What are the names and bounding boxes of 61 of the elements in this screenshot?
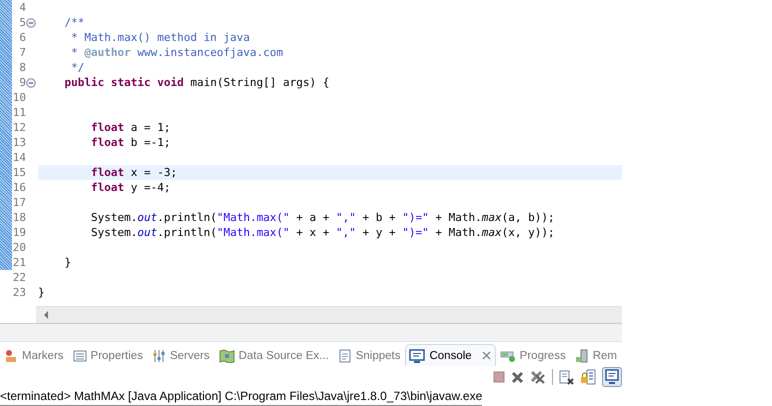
panel-tab[interactable]: Properties bbox=[68, 344, 148, 366]
line-number: 8 bbox=[18, 60, 26, 75]
line-number: 6 bbox=[18, 30, 26, 45]
line-number: 16 bbox=[12, 180, 26, 195]
code-line: } bbox=[63, 255, 72, 270]
horizontal-scrollbar[interactable] bbox=[36, 306, 622, 322]
line-number: 12 bbox=[12, 120, 26, 135]
code-line: System.out.println("Math.max(" + x + "," + y + ")=" + Math.max(x, y)); bbox=[90, 225, 556, 240]
code-line: /** bbox=[63, 15, 86, 30]
code-line: float b =-1; bbox=[90, 135, 172, 150]
line-number: 21 bbox=[12, 255, 26, 270]
line-number: 10 bbox=[12, 90, 26, 105]
line-number: 15 bbox=[12, 165, 26, 180]
panel-tab[interactable]: Markers bbox=[0, 344, 69, 366]
code-line: */ bbox=[70, 60, 86, 75]
code-line: * Math.max() method in java bbox=[70, 30, 251, 45]
line-number: 9 bbox=[18, 75, 26, 90]
line-number: 17 bbox=[12, 195, 26, 210]
panel-tab[interactable]: Console bbox=[405, 344, 496, 366]
server-icon bbox=[574, 348, 589, 363]
panel-tab[interactable]: Data Source Ex... bbox=[214, 344, 334, 366]
console-status-text: <terminated> MathMAx [Java Application] C:\Program Files\Java\jre1.8.0_73\bin\javaw.exe bbox=[0, 388, 482, 406]
close-icon[interactable] bbox=[482, 351, 491, 360]
panel-tab[interactable]: Rem bbox=[570, 344, 622, 366]
code-line: float y =-4; bbox=[90, 180, 172, 195]
document-icon bbox=[338, 348, 352, 363]
code-line: System.out.println("Math.max(" + a + "," + b + ")=" + Math.max(a, b)); bbox=[90, 210, 556, 225]
line-number: 14 bbox=[12, 150, 26, 165]
line-number: 23 bbox=[12, 285, 26, 300]
list-icon bbox=[72, 348, 87, 363]
map-icon bbox=[218, 348, 235, 363]
remove-icon[interactable] bbox=[511, 370, 524, 384]
markers-icon bbox=[4, 348, 18, 363]
line-number: 22 bbox=[12, 270, 26, 285]
scroll-left-icon[interactable] bbox=[42, 310, 50, 320]
line-number: 19 bbox=[12, 225, 26, 240]
monitor-icon bbox=[409, 348, 426, 363]
line-number: 11 bbox=[12, 105, 26, 120]
line-number: 7 bbox=[18, 45, 26, 60]
pin-console-button[interactable] bbox=[602, 367, 622, 388]
remove-all-icon[interactable] bbox=[530, 370, 546, 384]
sliders-icon bbox=[152, 348, 166, 363]
stop-icon[interactable] bbox=[493, 371, 505, 384]
scroll-lock-icon[interactable] bbox=[580, 369, 596, 386]
code-line: float a = 1; bbox=[90, 120, 172, 135]
line-number: 20 bbox=[12, 240, 26, 255]
line-number: 18 bbox=[12, 210, 26, 225]
collapse-icon[interactable] bbox=[26, 78, 36, 88]
code-line: } bbox=[38, 285, 46, 300]
panel-tab[interactable]: Snippets bbox=[334, 344, 406, 366]
panel-tab[interactable]: Progress bbox=[496, 344, 571, 366]
monitor-icon bbox=[604, 369, 620, 386]
clear-console-icon[interactable] bbox=[559, 370, 574, 385]
progress-icon bbox=[500, 348, 516, 363]
line-number: 13 bbox=[12, 135, 26, 150]
collapse-icon[interactable] bbox=[26, 18, 36, 28]
panel-tab[interactable]: Servers bbox=[148, 344, 215, 366]
line-number: 5 bbox=[18, 15, 26, 30]
code-line: public static void main(String[] args) { bbox=[63, 75, 330, 90]
code-line: * @author www.instanceofjava.com bbox=[70, 45, 284, 60]
line-number: 4 bbox=[18, 0, 26, 15]
